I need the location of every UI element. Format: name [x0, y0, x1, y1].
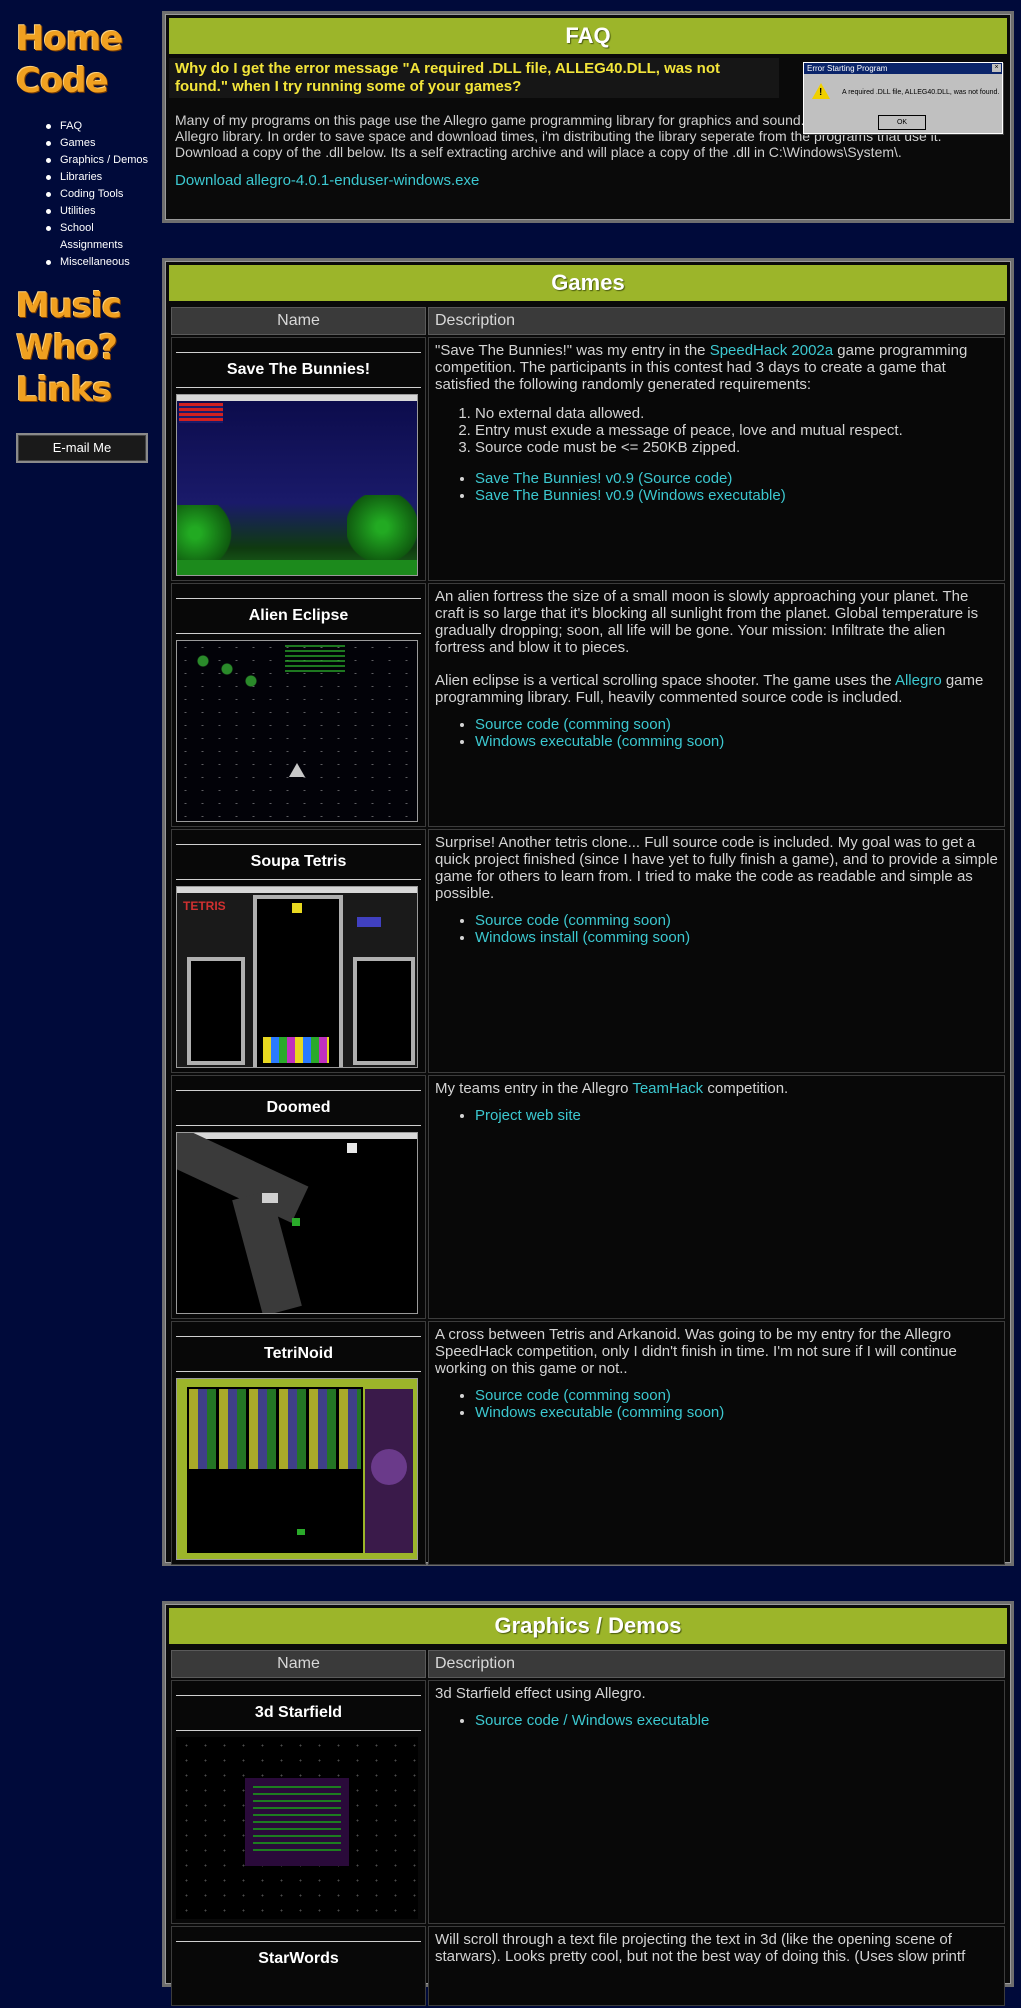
nav-music-link[interactable]: Music: [16, 285, 156, 327]
description-text: An alien fortress the size of a small mo…: [435, 588, 979, 656]
description-text: "Save The Bunnies!" was my entry in the: [435, 342, 710, 359]
games-table-header: Name Description: [171, 307, 1005, 335]
graphics-panel: Graphics / Demos Name Description 3d Sta…: [162, 1601, 1014, 2006]
demo-title: StarWords: [258, 1950, 339, 1967]
game-title: Doomed: [266, 1099, 331, 1116]
starfield-download-link[interactable]: Source code / Windows executable: [475, 1712, 709, 1729]
teamhack-link[interactable]: TeamHack: [632, 1080, 703, 1097]
graphics-table: Name Description 3d Starfield 3d Starfie…: [169, 1648, 1007, 2008]
table-row: StarWords Will scroll through a text fil…: [171, 1926, 1005, 2006]
dialog-message: A required .DLL file, ALLEG40.DLL, was n…: [842, 89, 1000, 96]
table-row: TetriNoid A cross between Tetris and Ark…: [171, 1321, 1005, 1565]
tetrinoid-exe-link[interactable]: Windows executable (comming soon): [475, 1404, 724, 1421]
nav-links-link[interactable]: Links: [16, 369, 156, 411]
list-item: Source code must be <= 250KB zipped.: [475, 439, 998, 456]
game-title: Alien Eclipse: [248, 607, 349, 624]
faq-panel: FAQ Why do I get the error message "A re…: [162, 11, 1014, 223]
col-description: Description: [428, 1650, 1005, 1678]
col-description: Description: [428, 307, 1005, 335]
description-text: competition.: [703, 1080, 789, 1097]
warning-icon: !: [812, 83, 830, 99]
bunnies-source-link[interactable]: Save The Bunnies! v0.9 (Source code): [475, 470, 732, 487]
games-table: Name Description Save The Bunnies! "Save…: [169, 305, 1007, 1567]
bunnies-exe-link[interactable]: Save The Bunnies! v0.9 (Windows executab…: [475, 487, 786, 504]
tetris-source-link[interactable]: Source code (comming soon): [475, 912, 671, 929]
speedhack-link[interactable]: SpeedHack 2002a: [710, 342, 833, 359]
submenu-item-graphics-demos[interactable]: Graphics / Demos: [46, 152, 150, 169]
col-name: Name: [171, 307, 426, 335]
list-item: Entry must exude a message of peace, lov…: [475, 422, 998, 439]
description-text: A cross between Tetris and Arkanoid. Was…: [435, 1326, 957, 1377]
dialog-ok-button: OK: [878, 115, 926, 130]
games-panel: Games Name Description Save The Bunnies!: [162, 258, 1014, 1566]
submenu-item-miscellaneous[interactable]: Miscellaneous: [46, 254, 150, 271]
col-name: Name: [171, 1650, 426, 1678]
dialog-title: Error Starting Program ×: [804, 63, 1002, 74]
tetris-install-link[interactable]: Windows install (comming soon): [475, 929, 690, 946]
download-links: Source code (comming soon) Windows execu…: [435, 1387, 998, 1421]
alien-eclipse-screenshot[interactable]: [176, 640, 418, 822]
faq-body: Why do I get the error message "A requir…: [169, 58, 1007, 224]
doomed-screenshot[interactable]: [176, 1132, 418, 1314]
game-title: TetriNoid: [263, 1345, 334, 1362]
description-text: 3d Starfield effect using Allegro.: [435, 1685, 646, 1702]
game-title: Save The Bunnies!: [226, 361, 371, 378]
email-me-button[interactable]: E-mail Me: [16, 433, 148, 463]
submenu-item-school-assignments[interactable]: School Assignments: [46, 220, 150, 254]
demo-title: 3d Starfield: [254, 1704, 343, 1721]
code-submenu: FAQ Games Graphics / Demos Libraries Cod…: [16, 118, 156, 271]
save-the-bunnies-screenshot[interactable]: [176, 394, 418, 576]
description-text: Will scroll through a text file projecti…: [435, 1931, 966, 1965]
description-text: Surprise! Another tetris clone... Full s…: [435, 834, 998, 902]
doomed-website-link[interactable]: Project web site: [475, 1107, 581, 1124]
close-icon: ×: [992, 64, 1001, 72]
allegro-link[interactable]: Allegro: [895, 672, 942, 689]
submenu-item-coding-tools[interactable]: Coding Tools: [46, 186, 150, 203]
download-links: Source code (comming soon) Windows insta…: [435, 912, 998, 946]
faq-question: Why do I get the error message "A requir…: [169, 58, 779, 98]
alien-source-link[interactable]: Source code (comming soon): [475, 716, 671, 733]
download-links: Source code (comming soon) Windows execu…: [435, 716, 998, 750]
table-row: Alien Eclipse An alien fortress the size…: [171, 583, 1005, 827]
tetrinoid-screenshot[interactable]: [176, 1378, 418, 1560]
list-item: No external data allowed.: [475, 405, 998, 422]
submenu-item-utilities[interactable]: Utilities: [46, 203, 150, 220]
submenu-item-faq[interactable]: FAQ: [46, 118, 150, 135]
nav-who-link[interactable]: Who?: [16, 327, 156, 369]
table-row: Save The Bunnies! "Save The Bunnies!" wa…: [171, 337, 1005, 581]
faq-header: FAQ: [169, 18, 1007, 54]
table-row: Soupa Tetris TETRIS Surprise! Another te…: [171, 829, 1005, 1073]
error-dialog-screenshot: Error Starting Program × ! A required .D…: [803, 62, 1003, 134]
sidebar-nav: Home Code FAQ Games Graphics / Demos Lib…: [16, 18, 156, 463]
starfield-screenshot[interactable]: [176, 1737, 418, 1919]
requirements-list: No external data allowed. Entry must exu…: [435, 405, 998, 456]
soupa-tetris-screenshot[interactable]: TETRIS: [176, 886, 418, 1068]
alien-exe-link[interactable]: Windows executable (comming soon): [475, 733, 724, 750]
nav-code-link[interactable]: Code: [16, 60, 156, 102]
download-links: Save The Bunnies! v0.9 (Source code) Sav…: [435, 470, 998, 504]
table-row: 3d Starfield 3d Starfield effect using A…: [171, 1680, 1005, 1924]
download-links: Project web site: [435, 1107, 998, 1124]
game-title: Soupa Tetris: [250, 853, 347, 870]
submenu-item-games[interactable]: Games: [46, 135, 150, 152]
download-links: Source code / Windows executable: [435, 1712, 998, 1729]
nav-home-link[interactable]: Home: [16, 18, 156, 60]
table-row: Doomed My teams entry in the Allegro Tea…: [171, 1075, 1005, 1319]
games-header: Games: [169, 265, 1007, 301]
dialog-title-text: Error Starting Program: [807, 64, 888, 73]
graphics-header: Graphics / Demos: [169, 1608, 1007, 1644]
description-text: My teams entry in the Allegro: [435, 1080, 633, 1097]
tetrinoid-source-link[interactable]: Source code (comming soon): [475, 1387, 671, 1404]
download-allegro-link[interactable]: Download allegro-4.0.1-enduser-windows.e…: [169, 160, 1007, 189]
submenu-item-libraries[interactable]: Libraries: [46, 169, 150, 186]
description-text: Alien eclipse is a vertical scrolling sp…: [435, 672, 895, 689]
graphics-table-header: Name Description: [171, 1650, 1005, 1678]
